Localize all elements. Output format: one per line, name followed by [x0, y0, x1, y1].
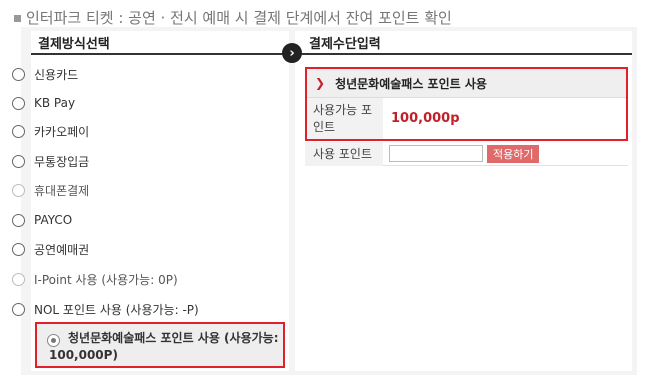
- method-mobile-payment[interactable]: 휴대폰결제: [12, 177, 89, 203]
- radio-button[interactable]: [12, 213, 25, 227]
- radio-button[interactable]: [12, 242, 25, 256]
- method-label: KB Pay: [34, 96, 76, 110]
- radio-button[interactable]: [12, 272, 25, 286]
- available-points-label: 사용가능 포인트: [307, 98, 383, 139]
- method-label: NOL 포인트 사용 (사용가능: -P): [34, 302, 199, 317]
- caption-text: 인터파크 티켓 : 공연 · 전시 예매 시 결제 단계에서 잔여 포인트 확인: [26, 8, 452, 27]
- chevron-right-icon: ❯: [315, 76, 326, 90]
- use-points-row: 사용 포인트 적용하기: [305, 141, 628, 166]
- payment-input-title: 결제수단입력: [295, 31, 632, 55]
- method-kb-pay[interactable]: KB Pay: [12, 90, 75, 116]
- method-bank-transfer[interactable]: 무통장입금: [12, 148, 89, 174]
- radio-button[interactable]: [12, 96, 25, 110]
- use-points-input[interactable]: [389, 145, 483, 162]
- pass-point-box: ❯ 청년문화예술패스 포인트 사용 사용가능 포인트 100,000p: [305, 67, 628, 141]
- pass-title: 청년문화예술패스 포인트 사용: [335, 76, 487, 91]
- method-label: I-Point 사용 (사용가능: 0P): [34, 272, 178, 287]
- method-kakaopay[interactable]: 카카오페이: [12, 118, 89, 144]
- pass-title-row: ❯ 청년문화예술패스 포인트 사용: [307, 69, 626, 98]
- payment-method-title: 결제방식선택: [31, 31, 289, 55]
- method-performance-voucher[interactable]: 공연예매권: [12, 236, 89, 262]
- apply-button[interactable]: 적용하기: [487, 144, 540, 163]
- radio-button[interactable]: [12, 302, 25, 316]
- screenshot-caption: 인터파크 티켓 : 공연 · 전시 예매 시 결제 단계에서 잔여 포인트 확인: [14, 6, 452, 28]
- method-credit-card[interactable]: 신용카드: [12, 61, 78, 87]
- radio-button[interactable]: [12, 154, 25, 168]
- available-points-value: 100,000p: [391, 111, 460, 126]
- available-points-row: 사용가능 포인트 100,000p: [307, 98, 626, 139]
- caption-bullet-icon: [14, 14, 21, 22]
- method-i-point[interactable]: I-Point 사용 (사용가능: 0P): [12, 266, 178, 292]
- method-label: 휴대폰결제: [34, 183, 90, 198]
- radio-button[interactable]: [12, 67, 25, 81]
- method-label: PAYCO: [34, 213, 73, 227]
- radio-button[interactable]: [12, 183, 25, 197]
- radio-button[interactable]: [12, 124, 25, 138]
- method-label: 무통장입금: [34, 154, 90, 169]
- method-label: 카카오페이: [34, 124, 90, 139]
- chevron-right-icon: ›: [282, 43, 302, 63]
- method-payco[interactable]: PAYCO: [12, 207, 72, 233]
- method-label: 청년문화예술패스 포인트 사용 (사용가능: 100,000P): [49, 331, 279, 362]
- method-nol-point[interactable]: NOL 포인트 사용 (사용가능: -P): [12, 296, 199, 322]
- method-youth-culture-pass[interactable]: 청년문화예술패스 포인트 사용 (사용가능: 100,000P): [35, 322, 285, 368]
- use-points-label: 사용 포인트: [305, 141, 383, 166]
- method-label: 신용카드: [34, 67, 79, 82]
- method-label: 공연예매권: [34, 242, 90, 257]
